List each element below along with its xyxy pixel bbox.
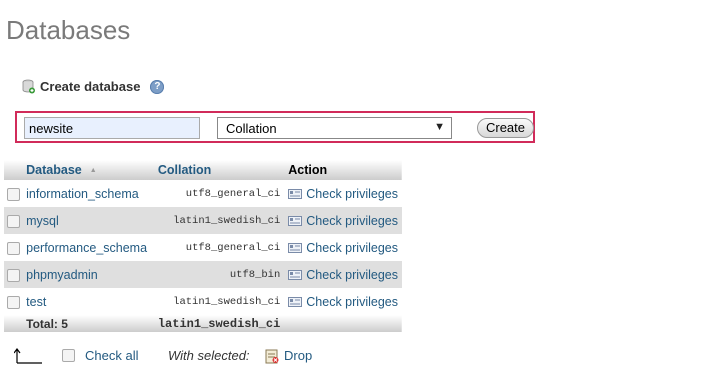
drop-icon <box>265 349 279 364</box>
database-collation: utf8_general_ci <box>185 187 281 200</box>
row-checkbox[interactable] <box>6 295 20 309</box>
check-all-checkbox[interactable] <box>62 349 75 362</box>
table-row: performance_schema utf8_general_ci Check… <box>4 234 402 261</box>
help-icon[interactable]: ? <box>150 79 165 94</box>
databases-table: Database ▲ Collation Action information_s… <box>4 160 402 332</box>
table-row: phpmyadmin utf8_bin Check privileges <box>4 261 402 288</box>
table-row: mysql latin1_swedish_ci Check privileges <box>4 207 402 234</box>
table-total-row: Total: 5 latin1_swedish_ci <box>4 315 402 332</box>
create-database-form: Collation ▼ Create <box>15 111 535 143</box>
check-privileges-link[interactable]: Check privileges <box>284 234 402 261</box>
check-all-label[interactable]: Check all <box>85 348 138 363</box>
create-database-label: Create database <box>40 79 141 94</box>
row-checkbox[interactable] <box>6 241 20 255</box>
check-privileges-link[interactable]: Check privileges <box>284 180 402 207</box>
privileges-icon <box>288 189 303 200</box>
column-header-database-label: Database <box>26 163 82 177</box>
create-database-heading: Create database ? <box>22 79 165 94</box>
database-name-link[interactable]: mysql <box>22 207 154 234</box>
collation-select[interactable]: Collation ▼ <box>217 117 452 139</box>
page-title: Databases <box>6 15 131 45</box>
database-collation: latin1_swedish_ci <box>173 295 281 308</box>
database-collation: latin1_swedish_ci <box>173 214 281 227</box>
check-privileges-label: Check privileges <box>306 240 398 255</box>
column-header-collation[interactable]: Collation <box>154 160 284 180</box>
column-header-action: Action <box>288 163 328 177</box>
check-privileges-link[interactable]: Check privileges <box>284 261 402 288</box>
database-collation: utf8_bin <box>229 268 281 281</box>
database-add-icon <box>22 79 35 94</box>
table-header-row: Database ▲ Collation Action <box>4 160 402 180</box>
check-privileges-label: Check privileges <box>306 294 398 309</box>
check-privileges-label: Check privileges <box>306 267 398 282</box>
header-checkbox-spacer <box>4 160 22 180</box>
privileges-icon <box>288 243 303 254</box>
with-selected-label: With selected: <box>168 348 250 363</box>
collation-select-value: Collation <box>226 121 277 136</box>
privileges-icon <box>288 270 303 281</box>
row-checkbox[interactable] <box>6 268 20 282</box>
database-name-link[interactable]: test <box>22 288 154 315</box>
dropdown-arrow-icon: ▼ <box>434 121 445 133</box>
total-count: Total: 5 <box>26 316 68 331</box>
column-header-database[interactable]: Database ▲ <box>22 160 154 180</box>
database-name-link[interactable]: phpmyadmin <box>22 261 154 288</box>
sort-ascending-icon: ▲ <box>89 167 97 175</box>
row-checkbox[interactable] <box>6 214 20 228</box>
drop-button[interactable]: Drop <box>284 348 312 363</box>
check-privileges-link[interactable]: Check privileges <box>284 288 402 315</box>
create-button[interactable]: Create <box>477 118 534 138</box>
privileges-icon <box>288 297 303 308</box>
database-collation: utf8_general_ci <box>185 241 281 254</box>
bulk-actions-bar: Check all With selected: Drop <box>14 343 334 367</box>
check-privileges-label: Check privileges <box>306 213 398 228</box>
database-name-link[interactable]: performance_schema <box>22 234 154 261</box>
arrow-left-up-icon <box>14 348 42 364</box>
check-privileges-link[interactable]: Check privileges <box>284 207 402 234</box>
privileges-icon <box>288 216 303 227</box>
total-collation: latin1_swedish_ci <box>157 316 281 331</box>
database-name-link[interactable]: information_schema <box>22 180 154 207</box>
table-row: information_schema utf8_general_ci Check… <box>4 180 402 207</box>
check-privileges-label: Check privileges <box>306 186 398 201</box>
table-row: test latin1_swedish_ci Check privileges <box>4 288 402 315</box>
row-checkbox[interactable] <box>6 187 20 201</box>
database-name-input[interactable] <box>24 117 200 139</box>
